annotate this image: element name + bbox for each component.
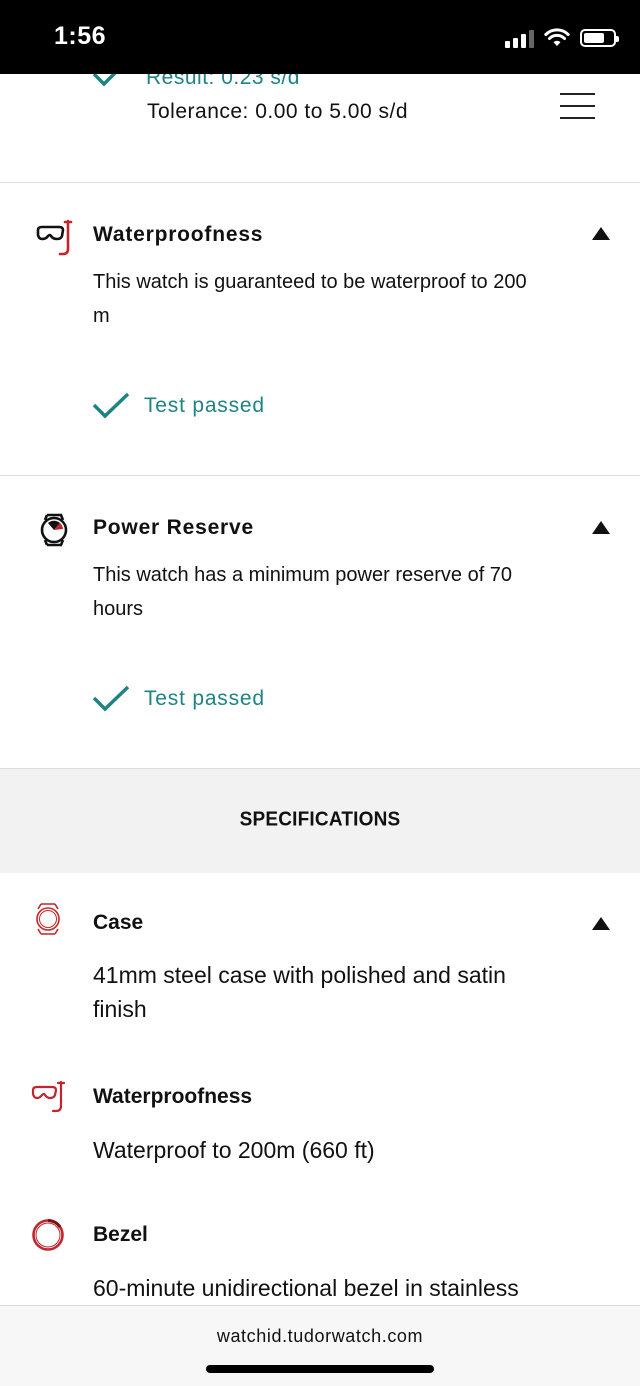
timing-tolerance: Tolerance: 0.00 to 5.00 s/d: [147, 100, 408, 123]
checkmark-icon: [92, 392, 130, 419]
specifications-header: SPECIFICATIONS: [0, 769, 640, 873]
waterproofness-title: Waterproofness: [93, 223, 264, 246]
menu-icon-bar: [560, 105, 595, 107]
specifications-title: SPECIFICATIONS: [239, 808, 401, 831]
bezel-icon: [32, 1219, 64, 1251]
browser-address-bar[interactable]: watchid.tudorwatch.com: [0, 1305, 640, 1386]
power-reserve-description: This watch has a minimum power reserve o…: [93, 564, 513, 620]
checkmark-icon: [92, 685, 130, 712]
collapse-toggle-button[interactable]: [592, 227, 610, 240]
timing-test-section: Result: 0.23 s/d Tolerance: 0.00 to 5.00…: [0, 74, 640, 183]
power-reserve-test-status: Test passed: [92, 685, 265, 713]
battery-icon: [580, 29, 619, 47]
spec-name-waterproofness: Waterproofness: [93, 1085, 253, 1108]
url-text[interactable]: watchid.tudorwatch.com: [0, 1326, 640, 1347]
diving-mask-icon: [36, 219, 73, 256]
menu-button[interactable]: [560, 93, 595, 119]
collapse-toggle-button[interactable]: [592, 521, 610, 534]
timing-result: Result: 0.23 s/d: [146, 74, 300, 89]
cellular-signal-icon: [505, 28, 534, 48]
waterproofness-test-section: Waterproofness This watch is guaranteed …: [0, 183, 640, 476]
wifi-icon: [544, 28, 570, 46]
test-passed-label: Test passed: [144, 394, 265, 417]
checkmark-icon: [92, 74, 117, 87]
status-bar: 1:56: [0, 0, 640, 74]
spec-value-waterproofness: Waterproof to 200m (660 ft): [93, 1137, 375, 1163]
status-icons: [505, 24, 619, 52]
menu-icon-bar: [560, 117, 595, 119]
menu-icon-bar: [560, 93, 595, 95]
power-reserve-title: Power Reserve: [93, 516, 254, 539]
collapse-toggle-button[interactable]: [592, 917, 610, 930]
spec-name-case: Case: [93, 911, 144, 934]
diving-mask-icon: [31, 1080, 66, 1113]
watch-icon: [40, 513, 68, 547]
spec-value-case: 41mm steel case with polished and satin …: [93, 962, 506, 1022]
specifications-list: Case 41mm steel case with polished and s…: [0, 873, 640, 1305]
power-reserve-test-section: Power Reserve This watch has a minimum p…: [0, 476, 640, 769]
page-content: Result: 0.23 s/d Tolerance: 0.00 to 5.00…: [0, 74, 640, 1305]
test-passed-label: Test passed: [144, 687, 265, 710]
waterproofness-description: This watch is guaranteed to be waterproo…: [93, 271, 527, 327]
watch-case-icon: [36, 903, 60, 935]
spec-name-bezel: Bezel: [93, 1223, 148, 1246]
status-time: 1:56: [54, 22, 107, 50]
waterproofness-test-status: Test passed: [92, 392, 265, 420]
spec-value-bezel: 60-minute unidirectional bezel in stainl…: [93, 1275, 519, 1301]
home-indicator[interactable]: [206, 1365, 434, 1373]
